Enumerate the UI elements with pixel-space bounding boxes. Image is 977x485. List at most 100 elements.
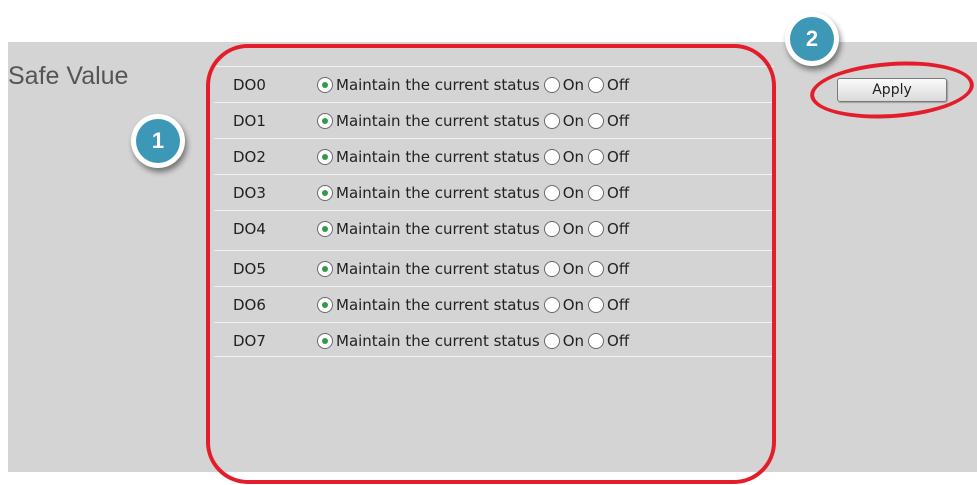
radio-option-label: Maintain the current status [336,76,540,94]
option-on[interactable]: On [543,260,585,278]
radio-option-label: Off [607,112,630,130]
radio-maintain-the-current-status[interactable] [317,221,333,237]
radio-option-label: Maintain the current status [336,332,540,350]
radio-on[interactable] [543,113,560,129]
radio-option-label: On [562,296,585,314]
callout-badge-2-number: 2 [790,17,834,61]
option-off[interactable]: Off [588,332,629,350]
do-row-do5: DO5 Maintain the current status On Off [214,251,774,287]
radio-on[interactable] [543,297,560,313]
apply-button[interactable]: Apply [837,78,947,102]
do-channel-label: DO1 [233,112,266,130]
radio-on[interactable] [543,333,560,349]
radio-off[interactable] [588,221,605,237]
safe-value-radio-group: Maintain the current status On Off [317,112,633,130]
do-channel-label: DO0 [233,76,266,94]
do-channel-label: DO5 [233,260,266,278]
section-title: Safe Value [8,62,129,90]
callout-badge-2: 2 [785,12,839,66]
option-off[interactable]: Off [588,220,629,238]
radio-option-label: Off [607,220,630,238]
do-channel-label: DO7 [233,332,266,350]
radio-option-label: On [562,332,585,350]
radio-option-label: Off [607,76,630,94]
do-row-do1: DO1 Maintain the current status On Off [214,103,774,139]
radio-option-label: Maintain the current status [336,112,540,130]
radio-maintain-the-current-status[interactable] [317,149,333,165]
radio-on[interactable] [543,261,560,277]
callout-badge-1-number: 1 [136,119,180,163]
radio-option-label: On [562,184,585,202]
do-row-do3: DO3 Maintain the current status On Off [214,175,774,211]
radio-option-label: Maintain the current status [336,220,540,238]
do-row-do2: DO2 Maintain the current status On Off [214,139,774,175]
option-maintain-the-current-status[interactable]: Maintain the current status [317,260,540,278]
option-off[interactable]: Off [588,260,629,278]
radio-option-label: Off [607,260,630,278]
radio-on[interactable] [543,77,560,93]
do-row-do6: DO6 Maintain the current status On Off [214,287,774,323]
radio-option-label: On [562,260,585,278]
option-on[interactable]: On [543,296,585,314]
radio-maintain-the-current-status[interactable] [317,113,333,129]
radio-option-label: Maintain the current status [336,296,540,314]
option-maintain-the-current-status[interactable]: Maintain the current status [317,332,540,350]
radio-maintain-the-current-status[interactable] [317,77,333,93]
option-maintain-the-current-status[interactable]: Maintain the current status [317,184,540,202]
radio-maintain-the-current-status[interactable] [317,261,333,277]
row-divider [214,356,774,357]
radio-off[interactable] [588,149,605,165]
radio-off[interactable] [588,333,605,349]
option-maintain-the-current-status[interactable]: Maintain the current status [317,148,540,166]
do-channel-label: DO6 [233,296,266,314]
radio-option-label: On [562,112,585,130]
radio-option-label: Off [607,296,630,314]
do-channel-label: DO3 [233,184,266,202]
option-maintain-the-current-status[interactable]: Maintain the current status [317,76,540,94]
radio-on[interactable] [543,185,560,201]
safe-value-radio-group: Maintain the current status On Off [317,260,633,278]
radio-off[interactable] [588,77,605,93]
option-off[interactable]: Off [588,296,629,314]
option-off[interactable]: Off [588,148,629,166]
do-channel-label: DO2 [233,148,266,166]
option-maintain-the-current-status[interactable]: Maintain the current status [317,220,540,238]
option-maintain-the-current-status[interactable]: Maintain the current status [317,112,540,130]
radio-off[interactable] [588,113,605,129]
radio-option-label: Maintain the current status [336,260,540,278]
option-maintain-the-current-status[interactable]: Maintain the current status [317,296,540,314]
do-channel-label: DO4 [233,220,266,238]
radio-option-label: On [562,76,585,94]
radio-option-label: On [562,220,585,238]
option-on[interactable]: On [543,76,585,94]
option-on[interactable]: On [543,332,585,350]
safe-value-radio-group: Maintain the current status On Off [317,184,633,202]
option-off[interactable]: Off [588,76,629,94]
radio-option-label: Maintain the current status [336,184,540,202]
safe-value-radio-group: Maintain the current status On Off [317,332,633,350]
option-on[interactable]: On [543,184,585,202]
radio-maintain-the-current-status[interactable] [317,185,333,201]
option-on[interactable]: On [543,148,585,166]
radio-option-label: On [562,148,585,166]
radio-option-label: Off [607,184,630,202]
radio-off[interactable] [588,261,605,277]
do-row-do4: DO4 Maintain the current status On Off [214,211,774,247]
radio-maintain-the-current-status[interactable] [317,333,333,349]
option-off[interactable]: Off [588,184,629,202]
option-on[interactable]: On [543,112,585,130]
radio-on[interactable] [543,221,560,237]
option-on[interactable]: On [543,220,585,238]
callout-badge-1: 1 [131,114,185,168]
radio-maintain-the-current-status[interactable] [317,297,333,313]
radio-option-label: Off [607,148,630,166]
safe-value-radio-group: Maintain the current status On Off [317,148,633,166]
do-row-do7: DO7 Maintain the current status On Off [214,323,774,359]
do-row-do0: DO0 Maintain the current status On Off [214,67,774,103]
safe-value-radio-group: Maintain the current status On Off [317,220,633,238]
radio-off[interactable] [588,297,605,313]
radio-off[interactable] [588,185,605,201]
option-off[interactable]: Off [588,112,629,130]
safe-value-radio-group: Maintain the current status On Off [317,76,633,94]
radio-on[interactable] [543,149,560,165]
